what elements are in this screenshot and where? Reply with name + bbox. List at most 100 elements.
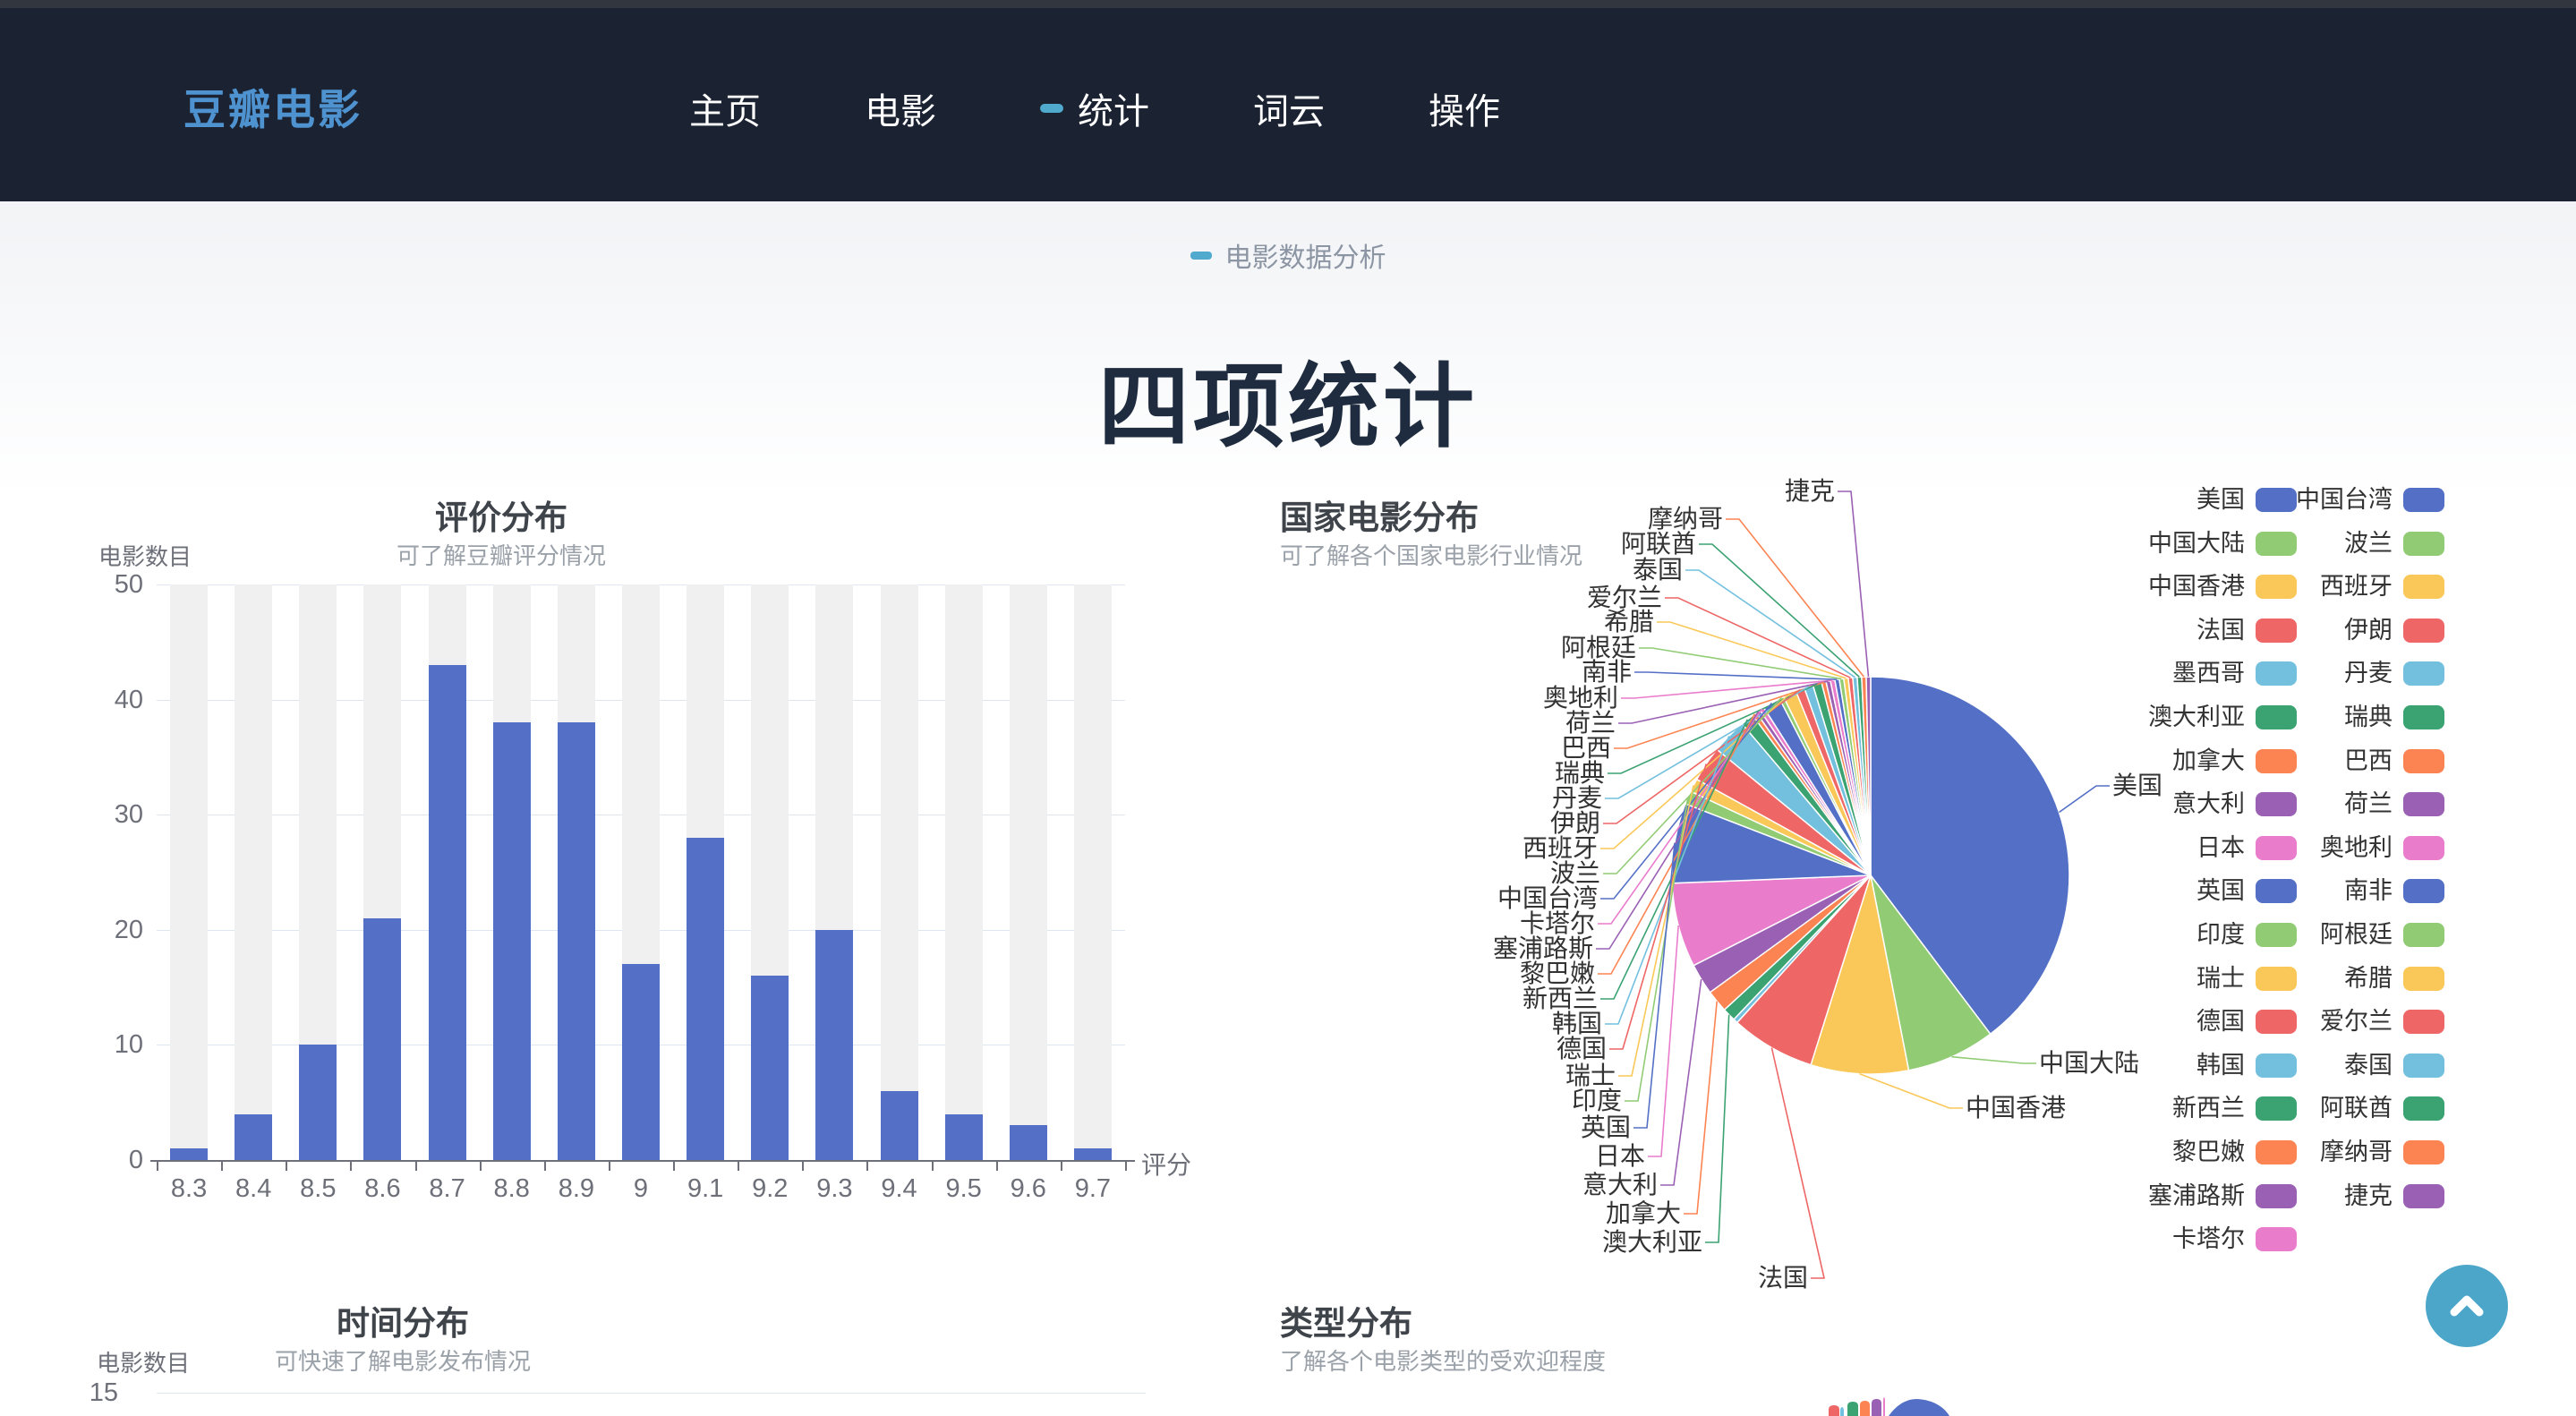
bar-8.9[interactable] (558, 722, 595, 1160)
legend-item-日本[interactable]: 日本 (2196, 835, 2245, 861)
legend-swatch-法国[interactable] (2256, 618, 2297, 643)
legend-swatch-新西兰[interactable] (2256, 1096, 2297, 1121)
legend-swatch-伊朗[interactable] (2403, 618, 2444, 643)
legend-item-摩纳哥[interactable]: 摩纳哥 (2320, 1139, 2393, 1165)
legend-swatch-黎巴嫩[interactable] (2256, 1140, 2297, 1164)
bar-9.7[interactable] (1074, 1148, 1112, 1160)
bar-8.7[interactable] (429, 665, 466, 1160)
legend-swatch-印度[interactable] (2256, 923, 2297, 947)
bar-9[interactable] (622, 964, 660, 1160)
legend-swatch-希腊[interactable] (2403, 967, 2444, 991)
pie-label-新西兰: 新西兰 (1523, 985, 1598, 1012)
legend-item-伊朗[interactable]: 伊朗 (2344, 618, 2393, 644)
legend-item-奥地利[interactable]: 奥地利 (2320, 835, 2393, 861)
legend-item-黎巴嫩[interactable]: 黎巴嫩 (2172, 1139, 2245, 1165)
legend-swatch-中国大陆[interactable] (2256, 532, 2297, 556)
legend-swatch-巴西[interactable] (2403, 749, 2444, 773)
legend-item-中国台湾[interactable]: 中国台湾 (2296, 487, 2393, 513)
legend-swatch-中国台湾[interactable] (2403, 488, 2444, 512)
back-to-top-button[interactable] (2426, 1265, 2508, 1347)
x-tick-label: 8.5 (286, 1174, 350, 1204)
logo[interactable]: 豆瓣电影 (183, 75, 363, 137)
legend-swatch-摩纳哥[interactable] (2403, 1140, 2444, 1164)
legend-swatch-瑞士[interactable] (2256, 967, 2297, 991)
legend-swatch-奥地利[interactable] (2403, 836, 2444, 860)
pie-label-加拿大: 加拿大 (1606, 1200, 1681, 1227)
legend-swatch-西班牙[interactable] (2403, 575, 2444, 599)
legend-swatch-澳大利亚[interactable] (2256, 705, 2297, 729)
legend-swatch-瑞典[interactable] (2403, 705, 2444, 729)
legend-item-中国大陆[interactable]: 中国大陆 (2148, 531, 2245, 557)
legend-item-德国[interactable]: 德国 (2196, 1009, 2245, 1035)
legend-swatch-墨西哥[interactable] (2256, 661, 2297, 686)
legend-swatch-丹麦[interactable] (2403, 661, 2444, 686)
bar-9.6[interactable] (1010, 1125, 1047, 1160)
legend-item-法国[interactable]: 法国 (2196, 618, 2245, 644)
legend-item-中国香港[interactable]: 中国香港 (2148, 574, 2245, 600)
legend-swatch-德国[interactable] (2256, 1010, 2297, 1034)
bar-9.3[interactable] (815, 930, 853, 1160)
legend-swatch-英国[interactable] (2256, 879, 2297, 903)
legend-item-波兰[interactable]: 波兰 (2344, 531, 2393, 557)
legend-swatch-意大利[interactable] (2256, 792, 2297, 816)
legend-swatch-波兰[interactable] (2403, 532, 2444, 556)
legend-swatch-捷克[interactable] (2403, 1184, 2444, 1208)
legend-item-英国[interactable]: 英国 (2196, 878, 2245, 904)
legend-item-卡塔尔[interactable]: 卡塔尔 (2172, 1226, 2245, 1252)
legend-swatch-韩国[interactable] (2256, 1053, 2297, 1078)
legend-item-韩国[interactable]: 韩国 (2196, 1053, 2245, 1079)
legend-swatch-南非[interactable] (2403, 879, 2444, 903)
legend-item-印度[interactable]: 印度 (2196, 922, 2245, 948)
legend-swatch-美国[interactable] (2256, 488, 2297, 512)
legend-item-西班牙[interactable]: 西班牙 (2320, 574, 2393, 600)
legend-swatch-卡塔尔[interactable] (2256, 1227, 2297, 1251)
legend-swatch-荷兰[interactable] (2403, 792, 2444, 816)
legend-item-瑞士[interactable]: 瑞士 (2196, 966, 2245, 992)
bar-8.5[interactable] (299, 1045, 337, 1160)
bar-8.4[interactable] (235, 1114, 272, 1160)
legend-item-美国[interactable]: 美国 (2196, 487, 2245, 513)
bar-9.1[interactable] (687, 838, 724, 1160)
country-distribution-chart[interactable]: 国家电影分布 可了解各个国家电影行业情况 捷克摩纳哥阿联酋泰国爱尔兰希腊阿根廷南… (1280, 483, 2533, 1293)
legend-item-捷克[interactable]: 捷克 (2344, 1183, 2393, 1209)
legend-item-墨西哥[interactable]: 墨西哥 (2172, 661, 2245, 687)
rating-distribution-chart[interactable]: 评价分布 可了解豆瓣评分情况 电影数目 评分 010203040508.38.4… (54, 483, 1199, 1289)
bar-8.8[interactable] (493, 722, 531, 1160)
bar-8.6[interactable] (363, 918, 401, 1160)
legend-item-希腊[interactable]: 希腊 (2344, 966, 2393, 992)
legend-swatch-中国香港[interactable] (2256, 575, 2297, 599)
legend-swatch-塞浦路斯[interactable] (2256, 1184, 2297, 1208)
legend-swatch-加拿大[interactable] (2256, 749, 2297, 773)
legend-swatch-日本[interactable] (2256, 836, 2297, 860)
accent-dash-icon (1190, 252, 1212, 260)
bar-9.2[interactable] (751, 976, 789, 1160)
legend-item-南非[interactable]: 南非 (2344, 878, 2393, 904)
bar-8.3[interactable] (170, 1148, 208, 1160)
legend-swatch-阿根廷[interactable] (2403, 923, 2444, 947)
legend-item-加拿大[interactable]: 加拿大 (2172, 748, 2245, 774)
type-distribution-chart[interactable]: 类型分布 了解各个电影类型的受欢迎程度 (1280, 1289, 2533, 1416)
legend-swatch-阿联酋[interactable] (2403, 1096, 2444, 1121)
legend-item-泰国[interactable]: 泰国 (2344, 1053, 2393, 1079)
time-distribution-chart[interactable]: 时间分布 可快速了解电影发布情况 电影数目 15 (54, 1289, 1199, 1416)
bar-9.5[interactable] (945, 1114, 983, 1160)
legend-item-阿根廷[interactable]: 阿根廷 (2320, 922, 2393, 948)
legend-swatch-泰国[interactable] (2403, 1053, 2444, 1078)
legend-item-荷兰[interactable]: 荷兰 (2344, 791, 2393, 817)
nav-item-操作[interactable]: 操作 (1429, 82, 1500, 134)
nav-item-主页[interactable]: 主页 (689, 82, 761, 134)
legend-item-新西兰[interactable]: 新西兰 (2172, 1096, 2245, 1122)
legend-item-丹麦[interactable]: 丹麦 (2344, 661, 2393, 687)
legend-item-意大利[interactable]: 意大利 (2172, 791, 2245, 817)
legend-item-澳大利亚[interactable]: 澳大利亚 (2148, 704, 2245, 730)
legend-item-瑞典[interactable]: 瑞典 (2344, 704, 2393, 730)
legend-item-巴西[interactable]: 巴西 (2344, 748, 2393, 774)
nav-item-词云[interactable]: 词云 (1253, 82, 1325, 134)
legend-swatch-爱尔兰[interactable] (2403, 1010, 2444, 1034)
nav-item-统计[interactable]: 统计 (1040, 82, 1149, 134)
legend-item-爱尔兰[interactable]: 爱尔兰 (2320, 1009, 2393, 1035)
nav-item-电影[interactable]: 电影 (865, 82, 936, 134)
bar-9.4[interactable] (881, 1091, 918, 1160)
legend-item-阿联酋[interactable]: 阿联酋 (2320, 1096, 2393, 1122)
legend-item-塞浦路斯[interactable]: 塞浦路斯 (2148, 1183, 2245, 1209)
